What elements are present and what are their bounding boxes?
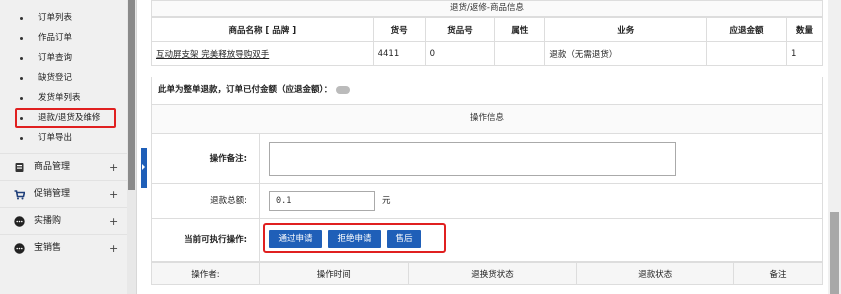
goods-icon bbox=[15, 163, 24, 172]
table-header-row: 操作者: 操作时间 退换货状态 退款状态 备注 bbox=[151, 262, 823, 285]
cart-icon bbox=[14, 190, 25, 200]
scrollbar-thumb[interactable] bbox=[830, 212, 839, 294]
col-header-refund-status: 退款状态 bbox=[576, 262, 735, 285]
col-header-name: 商品名称 [ 品牌 ] bbox=[151, 17, 374, 42]
sidebar-item-order-export[interactable]: 订单导出 bbox=[0, 128, 136, 148]
refund-total-label: 退款总额: bbox=[152, 184, 260, 218]
chat-icon bbox=[14, 243, 25, 254]
approve-button[interactable]: 通过申请 bbox=[269, 230, 322, 248]
operation-section-title: 操作信息 bbox=[151, 105, 823, 134]
sidebar: 订单列表 作品订单 订单查询 缺货登记 发货单列表 退款/退货及维修 订单导出 … bbox=[0, 0, 137, 294]
expand-icon[interactable]: + bbox=[109, 181, 118, 208]
refund-total-row: 退款总额: 元 bbox=[151, 184, 823, 219]
col-header-attr: 属性 bbox=[494, 17, 546, 42]
goods-section-title: 退货/返修-商品信息 bbox=[151, 0, 823, 17]
goods-table: 商品名称 [ 品牌 ] 货号 货品号 属性 业务 应退金额 数量 互动屏支架 完… bbox=[151, 17, 823, 66]
bullet-icon bbox=[20, 17, 23, 20]
expand-icon[interactable]: + bbox=[109, 154, 118, 181]
business: 退款（无需退货） bbox=[544, 41, 708, 66]
product-link[interactable]: 互动屏支架 完美释放导购双手 bbox=[156, 50, 269, 60]
col-header-sn: 货号 bbox=[372, 17, 426, 42]
sidebar-menu-treasure-sale[interactable]: 宝销售 + bbox=[0, 234, 136, 261]
attr bbox=[494, 41, 546, 66]
expand-icon[interactable]: + bbox=[109, 208, 118, 235]
refund-unit: 元 bbox=[382, 196, 391, 206]
bullet-icon bbox=[20, 77, 23, 80]
note-textarea[interactable] bbox=[269, 142, 676, 176]
sidebar-item-order-list[interactable]: 订单列表 bbox=[0, 8, 136, 28]
sidebar-item-delivery-list[interactable]: 发货单列表 bbox=[0, 88, 136, 108]
sidebar-menu-promotion[interactable]: 促销管理 + bbox=[0, 180, 136, 207]
col-header-operator: 操作者: bbox=[151, 262, 260, 285]
note-row: 操作备注: bbox=[151, 134, 823, 184]
scrollbar-thumb[interactable] bbox=[128, 0, 135, 190]
actions-label: 当前可执行操作: bbox=[152, 219, 260, 261]
main-content: 退货/返修-商品信息 商品名称 [ 品牌 ] 货号 货品号 属性 业务 应退金额… bbox=[151, 0, 823, 294]
reject-button[interactable]: 拒绝申请 bbox=[328, 230, 381, 248]
sidebar-menu-goods[interactable]: 商品管理 + bbox=[0, 153, 136, 180]
page-scrollbar[interactable] bbox=[828, 0, 841, 294]
col-header-business: 业务 bbox=[544, 17, 708, 42]
table-row: 互动屏支架 完美释放导购双手 4411 0 退款（无需退货） 1 bbox=[151, 41, 823, 66]
after-sale-button[interactable]: 售后 bbox=[387, 230, 421, 248]
bullet-icon bbox=[20, 37, 23, 40]
sidebar-menu-live-buy[interactable]: 实播购 + bbox=[0, 207, 136, 234]
col-header-amount: 应退金额 bbox=[706, 17, 787, 42]
collapse-sidebar-button[interactable] bbox=[141, 148, 147, 188]
actions-row: 当前可执行操作: 通过申请 拒绝申请 售后 bbox=[151, 219, 823, 262]
col-header-time: 操作时间 bbox=[258, 262, 409, 285]
note-label: 操作备注: bbox=[152, 134, 260, 183]
goods-sn: 4411 bbox=[372, 41, 426, 66]
redacted-value bbox=[336, 85, 351, 94]
refund-note: 此单为整单退款，订单已付金额（应退金额）： bbox=[151, 77, 823, 105]
bullet-icon bbox=[20, 57, 23, 60]
bullet-icon bbox=[20, 117, 23, 120]
sidebar-item-refund-return[interactable]: 退款/退货及维修 bbox=[15, 108, 116, 128]
col-header-remark: 备注 bbox=[733, 262, 823, 285]
expand-icon[interactable]: + bbox=[109, 235, 118, 262]
refund-amount bbox=[706, 41, 787, 66]
col-header-product-sn: 货品号 bbox=[424, 17, 496, 42]
sidebar-item-stockout[interactable]: 缺货登记 bbox=[0, 68, 136, 88]
col-header-return-status: 退换货状态 bbox=[407, 262, 578, 285]
table-header-row: 商品名称 [ 品牌 ] 货号 货品号 属性 业务 应退金额 数量 bbox=[151, 17, 823, 42]
product-sn: 0 bbox=[424, 41, 496, 66]
sidebar-item-work-orders[interactable]: 作品订单 bbox=[0, 28, 136, 48]
bullet-icon bbox=[20, 97, 23, 100]
col-header-qty: 数量 bbox=[786, 17, 823, 42]
refund-total-input[interactable] bbox=[269, 191, 375, 211]
bullet-icon bbox=[20, 137, 23, 140]
quantity: 1 bbox=[786, 41, 823, 66]
sidebar-scrollbar[interactable] bbox=[127, 0, 136, 294]
operation-log-table: 操作者: 操作时间 退换货状态 退款状态 备注 bbox=[151, 262, 823, 285]
sidebar-item-order-query[interactable]: 订单查询 bbox=[0, 48, 136, 68]
actions-highlight-box: 通过申请 拒绝申请 售后 bbox=[263, 223, 446, 253]
chat-icon bbox=[14, 216, 25, 227]
